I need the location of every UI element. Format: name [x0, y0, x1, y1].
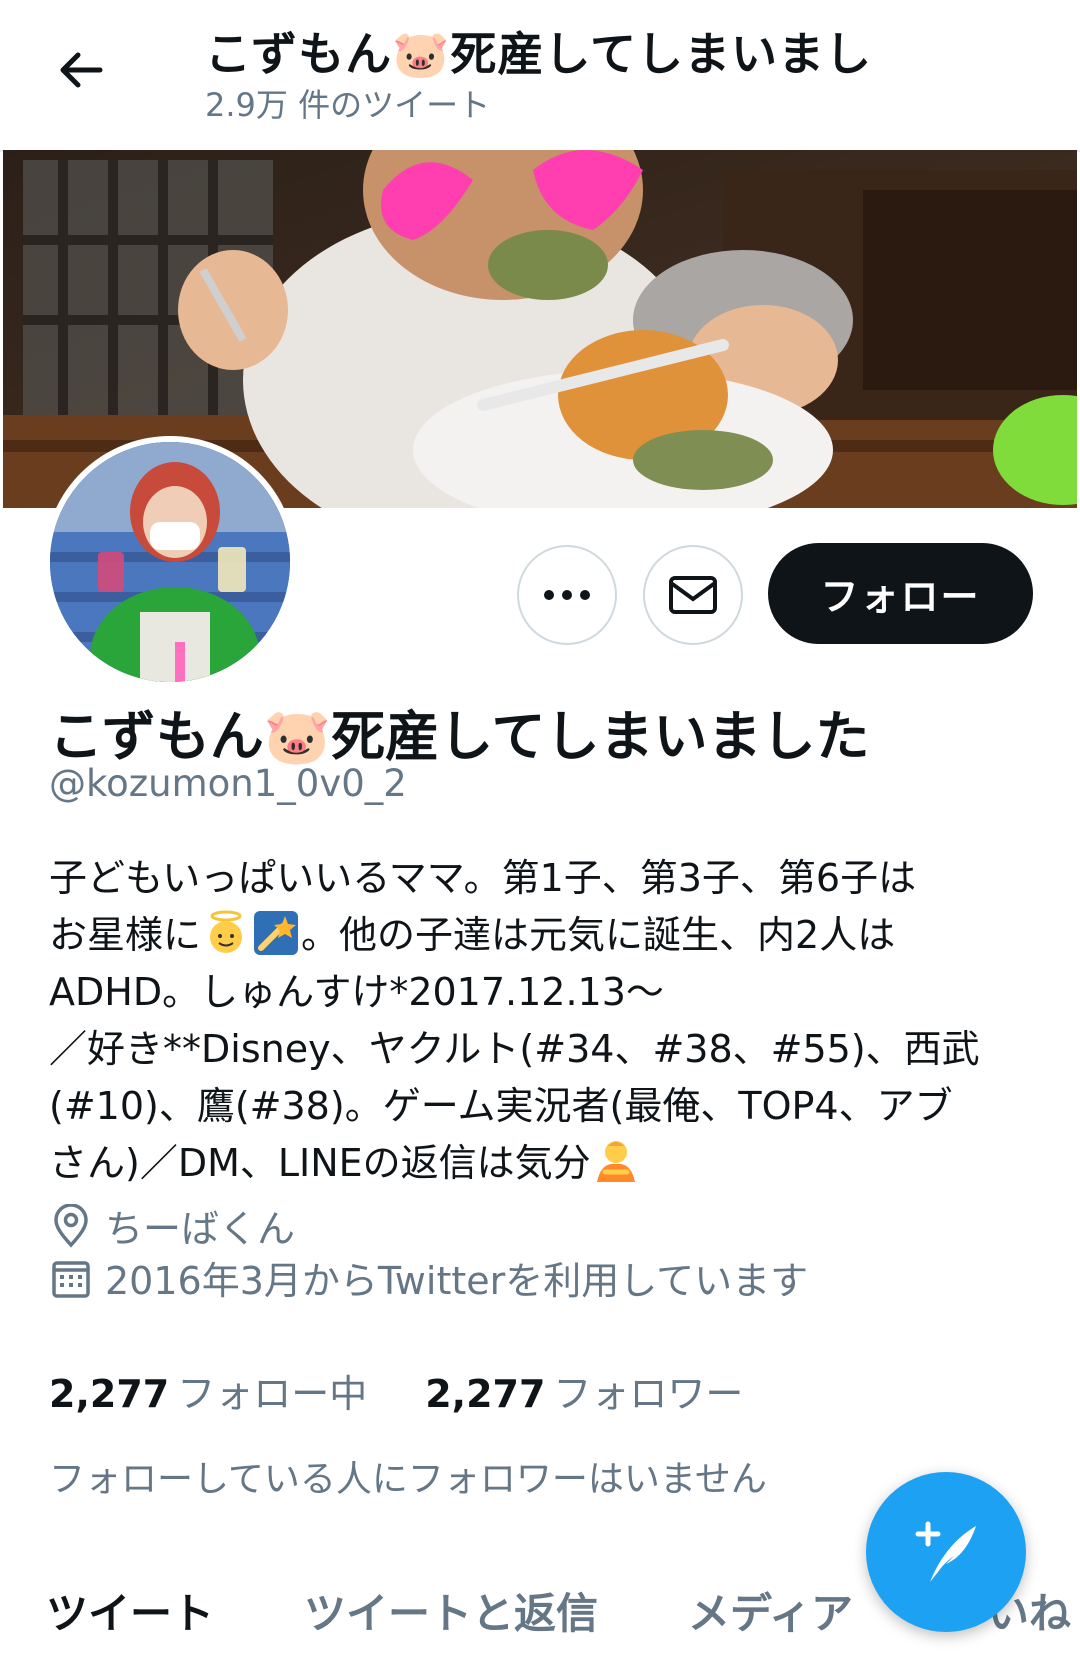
follow-stats: 2,277 フォロー中 2,277 フォロワー — [49, 1363, 743, 1418]
joined-text: 2016年3月からTwitterを利用しています — [105, 1259, 809, 1303]
tweet-count: 2.9万 件のツイート — [205, 86, 491, 124]
bio-line: (#10)、鷹(#38)。ゲーム実況者(最俺、TOP4、アブ — [49, 1084, 953, 1128]
top-bar: こずもん🐷死産してしまいまし 2.9万 件のツイート — [0, 0, 1080, 152]
bio-line: お星様に 。他の子達は元気に誕生、内2人は — [49, 907, 1049, 964]
direct-message-button[interactable] — [643, 545, 743, 645]
angel-emoji-icon — [210, 910, 243, 953]
compose-tweet-button[interactable] — [866, 1472, 1026, 1632]
header-title: こずもん🐷死産してしまいまし — [205, 27, 872, 81]
following-count: 2,277 — [49, 1372, 170, 1416]
bio-line: ／好き**Disney、ヤクルト(#34、#38、#55)、西武 — [49, 1027, 980, 1071]
joined-row: 2016年3月からTwitterを利用しています — [49, 1250, 808, 1305]
arrow-left-icon[interactable] — [52, 40, 112, 100]
bowing-person-emoji-icon — [596, 1141, 635, 1182]
following-label: フォロー中 — [177, 1372, 368, 1416]
calendar-icon — [52, 1260, 90, 1298]
bio-line: 子どもいっぱいいるママ。第1子、第3子、第6子は — [49, 856, 917, 900]
user-handle: @kozumon1_0v0_2 — [49, 762, 407, 805]
following-link[interactable]: 2,277 フォロー中 — [49, 1372, 367, 1416]
followers-count: 2,277 — [425, 1372, 546, 1416]
compose-tweet-icon — [915, 1521, 976, 1582]
tab-tweets[interactable]: ツイート — [46, 1580, 214, 1641]
bio-text: さん)／DM、LINEの返信は気分 — [49, 1141, 591, 1185]
bio-text: お星様に — [49, 913, 202, 957]
bio-line: ADHD。しゅんすけ*2017.12.13〜 — [49, 970, 664, 1014]
follow-button[interactable]: フォロー — [768, 543, 1033, 644]
followers-label: フォロワー — [553, 1372, 744, 1416]
bio-line: さん)／DM、LINEの返信は気分 — [49, 1135, 1049, 1192]
location-pin-icon — [54, 1203, 88, 1248]
more-button[interactable] — [517, 545, 617, 645]
shooting-star-emoji-icon — [254, 911, 299, 955]
tab-media[interactable]: メディア — [688, 1580, 853, 1641]
mutual-followers-note: フォローしている人にフォロワーはいません — [49, 1459, 767, 1500]
more-horizontal-icon — [544, 590, 590, 600]
bio-text: 。他の子達は元気に誕生、内2人は — [301, 913, 896, 957]
location-row: ちーばくん — [49, 1198, 295, 1253]
followers-link[interactable]: 2,277 フォロワー — [425, 1372, 743, 1416]
tab-tweets-and-replies[interactable]: ツイートと返信 — [304, 1580, 598, 1641]
envelope-icon — [669, 576, 717, 614]
display-name: こずもん🐷死産してしまいました — [49, 705, 870, 768]
profile-bio: 子どもいっぱいいるママ。第1子、第3子、第6子は お星様に 。他の子達は元気に誕生… — [49, 850, 1049, 1192]
location-text: ちーばくん — [105, 1207, 296, 1251]
avatar[interactable] — [44, 436, 296, 688]
